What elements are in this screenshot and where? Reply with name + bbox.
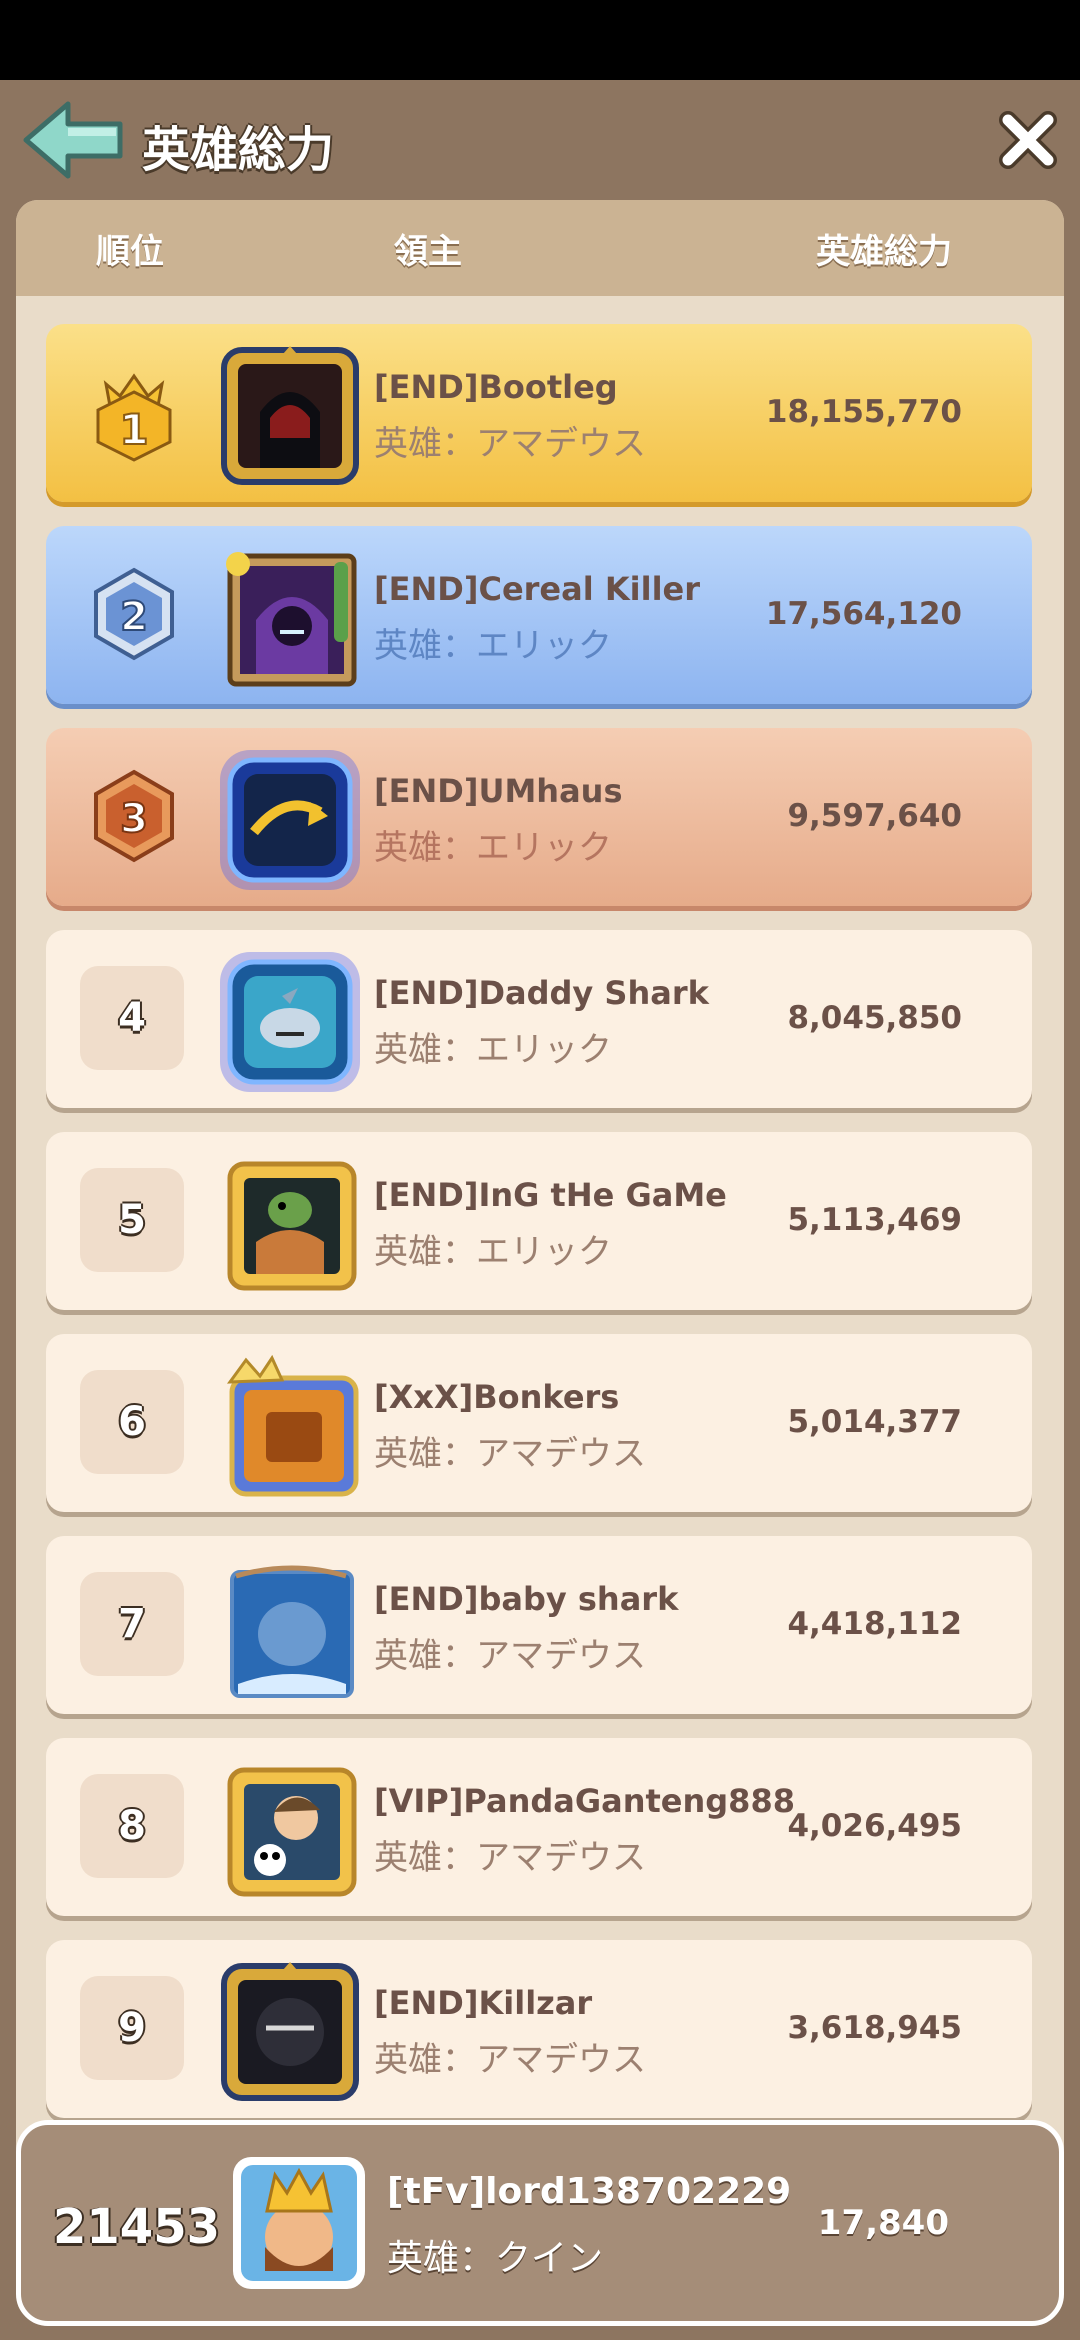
player-name: [END]Bootleg	[374, 368, 618, 406]
gold-medal-icon: 1	[96, 373, 172, 462]
back-button[interactable]	[22, 98, 126, 182]
power-value: 3,618,945	[787, 2010, 962, 2046]
player-name: [VIP]PandaGanteng888	[374, 1782, 795, 1820]
power-value: 8,045,850	[787, 1000, 962, 1036]
player-name: [END]Killzar	[374, 1984, 593, 2022]
svg-text:3: 3	[120, 796, 148, 842]
self-name: [tFv]lord138702229	[387, 2171, 792, 2212]
arrow-left-icon	[23, 101, 123, 179]
ranking-list[interactable]: 1 [END]Bootleg 英雄：アマデウス 18,155,770 2 [EN…	[16, 296, 1064, 2170]
player-name: [END]baby shark	[374, 1580, 679, 1618]
table-row[interactable]: 9 [END]Killzar 英雄：アマデウス 3,618,945	[46, 1940, 1032, 2118]
bronze-medal-icon: 3	[94, 769, 174, 863]
hero-label: 英雄：エリック	[374, 828, 612, 868]
table-row[interactable]: 7 [END]baby shark 英雄：アマデウス 4,418,112	[46, 1536, 1032, 1714]
table-row[interactable]: 6 [XxX]Bonkers 英雄：アマデウス 5,014,377	[46, 1334, 1032, 1512]
power-value: 5,113,469	[787, 1202, 962, 1238]
avatar	[220, 952, 360, 1092]
player-name: [END]Cereal Killer	[374, 570, 701, 608]
self-power: 17,840	[817, 2203, 949, 2243]
close-icon	[999, 111, 1057, 169]
page-title: 英雄総力	[142, 122, 335, 178]
player-name: [END]UMhaus	[374, 772, 623, 810]
power-value: 4,026,495	[787, 1808, 962, 1844]
rank-badge: 7	[80, 1572, 184, 1676]
close-button[interactable]	[998, 110, 1058, 170]
svg-text:2: 2	[120, 594, 148, 640]
table-row[interactable]: 4 [END]Daddy Shark 英雄：エリック 8,045,850	[46, 930, 1032, 1108]
rank-badge: 5	[80, 1168, 184, 1272]
self-rank-row[interactable]: 21453 [tFv]lord138702229 英雄：クイン 17,840	[16, 2120, 1064, 2326]
table-row[interactable]: 2 [END]Cereal Killer 英雄：エリック 17,564,120	[46, 526, 1032, 704]
hero-label: 英雄：アマデウス	[374, 2040, 646, 2080]
hero-label: 英雄：アマデウス	[374, 1838, 646, 1878]
avatar	[220, 750, 360, 890]
rank-badge: 9	[80, 1976, 184, 2080]
player-name: [END]InG tHe GaMe	[374, 1176, 727, 1214]
player-name: [END]Daddy Shark	[374, 974, 709, 1012]
silver-medal-icon: 2	[94, 567, 174, 661]
table-row[interactable]: 3 [END]UMhaus 英雄：エリック 9,597,640	[46, 728, 1032, 906]
avatar	[227, 1767, 357, 1897]
ranking-panel: 英雄総力 順位 領主 英雄総力 1 [END]Bootleg 英雄：アマデウス …	[0, 80, 1080, 2340]
hero-label: 英雄：エリック	[374, 1030, 612, 1070]
power-value: 9,597,640	[787, 798, 962, 834]
power-value: 5,014,377	[787, 1404, 962, 1440]
ranking-board: 順位 領主 英雄総力 1 [END]Bootleg 英雄：アマデウス 18,15…	[16, 200, 1064, 2170]
avatar	[230, 1565, 354, 1698]
rank-badge: 6	[80, 1370, 184, 1474]
table-row[interactable]: 5 [END]InG tHe GaMe 英雄：エリック 5,113,469	[46, 1132, 1032, 1310]
hero-label: 英雄：エリック	[374, 626, 612, 666]
power-value: 17,564,120	[765, 596, 962, 632]
rank-badge: 8	[80, 1774, 184, 1878]
header: 英雄総力	[0, 80, 1080, 200]
svg-text:1: 1	[119, 405, 148, 454]
avatar	[221, 346, 359, 485]
player-name: [XxX]Bonkers	[374, 1378, 620, 1416]
hero-label: 英雄：アマデウス	[374, 424, 646, 464]
hero-label: 英雄：アマデウス	[374, 1434, 646, 1474]
avatar	[226, 552, 357, 687]
power-value: 4,418,112	[787, 1606, 962, 1642]
avatar	[227, 1161, 357, 1291]
self-hero: 英雄：クイン	[387, 2238, 604, 2279]
hero-label: 英雄：エリック	[374, 1232, 612, 1272]
avatar	[233, 2157, 365, 2289]
rank-badge: 4	[80, 966, 184, 1070]
column-rank: 順位	[96, 232, 164, 272]
table-row[interactable]: 1 [END]Bootleg 英雄：アマデウス 18,155,770	[46, 324, 1032, 502]
status-bar	[0, 0, 1080, 80]
avatar	[221, 1962, 359, 2101]
hero-label: 英雄：アマデウス	[374, 1636, 646, 1676]
column-lord: 領主	[394, 232, 462, 272]
power-value: 18,155,770	[765, 394, 962, 430]
avatar	[226, 1354, 359, 1497]
column-power: 英雄総力	[816, 232, 952, 272]
self-rank: 21453	[53, 2199, 220, 2255]
table-row[interactable]: 8 [VIP]PandaGanteng888 英雄：アマデウス 4,026,49…	[46, 1738, 1032, 1916]
column-headers: 順位 領主 英雄総力	[16, 200, 1064, 296]
